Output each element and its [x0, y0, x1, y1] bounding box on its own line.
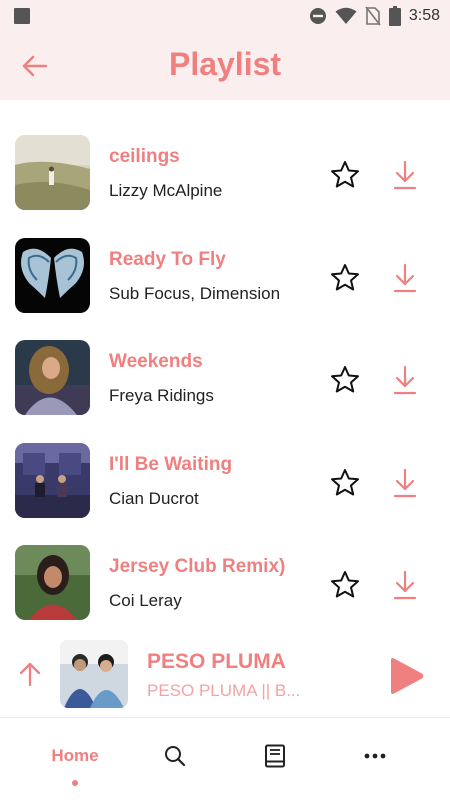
book-icon [265, 744, 285, 768]
play-button[interactable] [385, 656, 425, 696]
song-title: Jersey Club Remix) [109, 556, 286, 577]
page-title: Playlist [168, 46, 282, 82]
now-playing-album-art [60, 640, 128, 708]
bottom-nav: Home [0, 718, 450, 800]
favorite-button[interactable] [330, 570, 360, 600]
dnd-icon [309, 8, 326, 24]
no-sim-icon [365, 6, 381, 26]
nav-home-label: Home [51, 746, 99, 765]
playlist-item[interactable]: Weekends Freya Ridings [0, 325, 450, 415]
now-playing-bar[interactable]: PESO PLUMA PESO PLUMA || B... [0, 630, 450, 718]
nav-home[interactable]: Home [25, 718, 125, 800]
song-title: Ready To Fly [109, 249, 226, 270]
wifi-icon [335, 7, 357, 24]
download-icon [393, 468, 417, 498]
song-artist: Lizzy McAlpine [109, 181, 223, 200]
nav-more[interactable] [325, 718, 425, 800]
nav-search[interactable] [125, 718, 225, 800]
song-artist: Coi Leray [109, 591, 182, 610]
search-icon [165, 746, 186, 767]
status-time: 3:58 [408, 7, 440, 24]
album-art-ceilings [15, 135, 90, 210]
download-button[interactable] [390, 262, 420, 294]
star-icon [331, 264, 359, 291]
status-icons: 3:58 [309, 0, 440, 32]
playlist-item[interactable]: Jersey Club Remix) Coi Leray [0, 530, 450, 620]
song-artist: Cian Ducrot [109, 489, 199, 508]
notification-square-icon [14, 8, 30, 24]
album-art-ill-be-waiting [15, 443, 90, 518]
favorite-button[interactable] [330, 468, 360, 498]
now-playing-title: PESO PLUMA [147, 650, 286, 673]
song-title: ceilings [109, 146, 180, 167]
battery-icon [388, 6, 401, 26]
download-icon [393, 570, 417, 600]
favorite-button[interactable] [330, 365, 360, 395]
status-bar: 3:58 [0, 0, 450, 32]
star-icon [331, 469, 359, 496]
playlist-item[interactable]: ceilings Lizzy McAlpine [0, 120, 450, 210]
download-button[interactable] [390, 159, 420, 191]
download-button[interactable] [390, 364, 420, 396]
song-title: I'll Be Waiting [109, 454, 233, 475]
nav-library[interactable] [225, 718, 325, 800]
playlist-item[interactable]: I'll Be Waiting Cian Ducrot [0, 428, 450, 518]
nav-active-indicator [72, 780, 78, 786]
now-playing-subtitle: PESO PLUMA || B... [147, 681, 301, 700]
download-icon [393, 365, 417, 395]
arrow-up-icon [19, 662, 41, 687]
favorite-button[interactable] [330, 160, 360, 190]
download-icon [393, 160, 417, 190]
more-icon [364, 753, 386, 759]
song-artist: Sub Focus, Dimension [109, 284, 281, 303]
play-icon [391, 658, 424, 694]
star-icon [331, 571, 359, 598]
download-icon [393, 263, 417, 293]
app-header: Playlist [0, 32, 450, 100]
expand-player-button[interactable] [16, 660, 44, 688]
album-art-ready-to-fly [15, 238, 90, 313]
song-title: Weekends [109, 351, 203, 372]
favorite-button[interactable] [330, 263, 360, 293]
song-artist: Freya Ridings [109, 386, 214, 405]
playlist-item[interactable]: Ready To Fly Sub Focus, Dimension [0, 223, 450, 313]
star-icon [331, 366, 359, 393]
album-art-jersey-club-remix [15, 545, 90, 620]
star-icon [331, 161, 359, 188]
download-button[interactable] [390, 569, 420, 601]
album-art-weekends [15, 340, 90, 415]
download-button[interactable] [390, 467, 420, 499]
